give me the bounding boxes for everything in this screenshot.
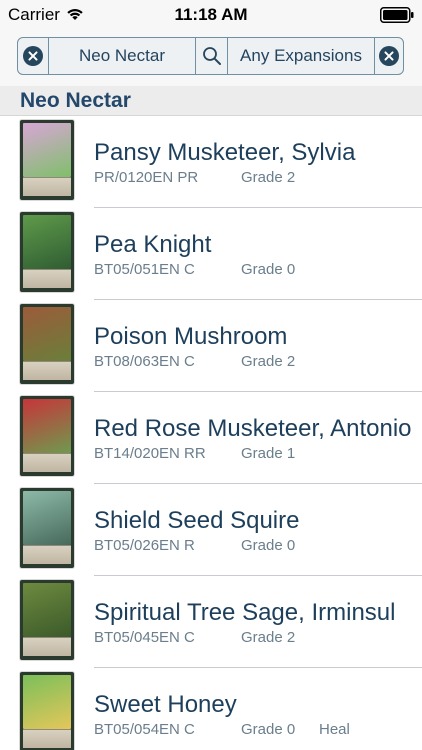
card-trigger: Heal	[319, 721, 350, 738]
section-header: Neo Nectar	[0, 86, 422, 116]
screen: Carrier 11:18 AM Neo Nectar Any Expansio…	[0, 0, 422, 750]
card-textbox	[23, 269, 71, 288]
card-name: Sweet Honey	[94, 691, 237, 718]
card-thumbnail	[20, 120, 74, 200]
card-grade: Grade 2	[241, 629, 296, 646]
card-art	[23, 307, 71, 361]
card-code: BT05/054EN C	[94, 721, 195, 738]
card-thumbnail	[20, 580, 74, 660]
clan-filter-button[interactable]: Neo Nectar	[49, 38, 196, 74]
filter-segmented-control: Neo Nectar Any Expansions	[17, 37, 404, 75]
clear-clan-button[interactable]	[18, 38, 49, 74]
card-name: Poison Mushroom	[94, 323, 288, 350]
card-name: Pansy Musketeer, Sylvia	[94, 139, 356, 166]
card-code: BT08/063EN C	[94, 353, 195, 370]
expansion-filter-button[interactable]: Any Expansions	[228, 38, 375, 74]
card-thumbnail	[20, 672, 74, 750]
card-textbox	[23, 545, 71, 564]
card-thumbnail	[20, 488, 74, 568]
card-code: BT05/026EN R	[94, 537, 195, 554]
card-row[interactable]: Pansy Musketeer, Sylvia PR/0120EN PR Grade…	[0, 116, 422, 208]
card-row[interactable]: Pea Knight BT05/051EN C Grade 0	[0, 208, 422, 300]
card-textbox	[23, 729, 71, 748]
card-grade: Grade 1	[241, 445, 296, 462]
card-row[interactable]: Sweet Honey BT05/054EN C Grade 0 Heal	[0, 668, 422, 750]
card-art	[23, 491, 71, 545]
filter-bar: Neo Nectar Any Expansions	[0, 30, 422, 86]
card-name: Red Rose Musketeer, Antonio	[94, 415, 412, 442]
card-art	[23, 123, 71, 177]
clock: 11:18 AM	[174, 5, 248, 24]
card-row[interactable]: Shield Seed Squire BT05/026EN R Grade 0	[0, 484, 422, 576]
card-row[interactable]: Poison Mushroom BT08/063EN C Grade 2	[0, 300, 422, 392]
card-name: Shield Seed Squire	[94, 507, 300, 534]
clear-circle-icon	[379, 46, 399, 66]
card-grade: Grade 2	[241, 353, 296, 370]
clear-circle-icon	[23, 46, 43, 66]
card-list: Pansy Musketeer, Sylvia PR/0120EN PR Grade…	[0, 116, 422, 750]
battery-icon	[380, 7, 414, 23]
card-name: Spiritual Tree Sage, Irminsul	[94, 599, 396, 626]
card-grade: Grade 0	[241, 721, 296, 738]
card-name: Pea Knight	[94, 231, 212, 258]
card-grade: Grade 0	[241, 537, 296, 554]
section-title: Neo Nectar	[20, 89, 131, 112]
card-art	[23, 215, 71, 269]
card-thumbnail	[20, 396, 74, 476]
card-code: PR/0120EN PR	[94, 169, 199, 186]
card-textbox	[23, 361, 71, 380]
card-art	[23, 583, 71, 637]
card-code: BT05/051EN C	[94, 261, 195, 278]
search-icon	[202, 47, 221, 65]
card-textbox	[23, 453, 71, 472]
card-row[interactable]: Red Rose Musketeer, Antonio BT14/020EN RR…	[0, 392, 422, 484]
card-art	[23, 675, 71, 729]
card-textbox	[23, 177, 71, 196]
card-grade: Grade 2	[241, 169, 296, 186]
card-art	[23, 399, 71, 453]
search-button[interactable]	[196, 38, 228, 74]
status-bar: Carrier 11:18 AM	[0, 0, 422, 30]
clear-expansion-button[interactable]	[375, 38, 403, 74]
card-code: BT14/020EN RR	[94, 445, 206, 462]
card-code: BT05/045EN C	[94, 629, 195, 646]
card-grade: Grade 0	[241, 261, 296, 278]
card-textbox	[23, 637, 71, 656]
card-thumbnail	[20, 304, 74, 384]
card-row[interactable]: Spiritual Tree Sage, Irminsul BT05/045EN …	[0, 576, 422, 668]
card-thumbnail	[20, 212, 74, 292]
